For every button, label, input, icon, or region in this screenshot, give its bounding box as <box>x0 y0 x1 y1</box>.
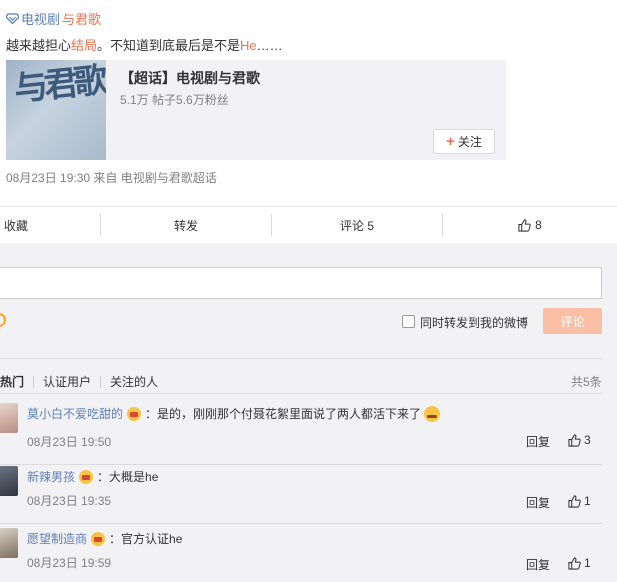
repost-label: 转发 <box>173 218 198 233</box>
comment-username[interactable]: 愿望制造商 <box>27 530 87 547</box>
topic-prefix: 电视剧 <box>21 12 61 27</box>
reply-button[interactable]: 回复 <box>526 433 550 450</box>
comment-button[interactable]: 评论 5 <box>272 217 442 234</box>
vip-crown-icon <box>91 531 106 546</box>
post-meta: 08月23日 19:30 来自 电视剧与君歌超话 <box>6 171 217 185</box>
avatar[interactable] <box>0 528 18 558</box>
avatar[interactable] <box>0 466 18 496</box>
repost-checkbox[interactable] <box>402 315 415 328</box>
follow-button[interactable]: + 关注 <box>433 129 495 154</box>
avatar[interactable] <box>0 403 18 433</box>
comment-input[interactable] <box>0 267 602 299</box>
thumbs-up-icon <box>518 218 531 232</box>
comment-time: 08月23日 19:50 <box>27 435 112 449</box>
favorite-button[interactable]: 收藏 <box>0 217 100 234</box>
thumbs-up-icon <box>568 433 581 447</box>
favorite-label: 收藏 <box>4 218 29 233</box>
post-text: 越来越担心结局。不知道到底最后是不是He…… <box>6 35 283 54</box>
post-text-part: …… <box>256 38 283 53</box>
comment-like-button[interactable]: 3 <box>568 433 591 447</box>
follow-label: 关注 <box>457 135 482 149</box>
repost-button[interactable]: 转发 <box>101 217 271 234</box>
vip-crown-icon <box>127 406 142 421</box>
comment-text: ：是的，刚刚那个付聂花絮里面说了两人都活下来了 <box>145 407 422 421</box>
plus-icon: + <box>446 133 455 150</box>
reply-button[interactable]: 回复 <box>526 556 550 573</box>
card-stats: 5.1万 帖子5.6万粉丝 <box>120 93 229 107</box>
comment-time: 08月23日 19:35 <box>27 494 112 508</box>
super-topic-card[interactable]: 与君歌 【超话】电视剧与君歌 5.1万 帖子5.6万粉丝 + 关注 <box>6 60 506 160</box>
comment-label: 评论 5 <box>339 218 374 233</box>
divider <box>0 393 602 394</box>
comment-like-button[interactable]: 1 <box>568 556 591 570</box>
like-count: 8 <box>535 218 542 232</box>
comment-like-count: 1 <box>584 556 591 570</box>
card-title[interactable]: 【超话】电视剧与君歌 <box>120 68 260 88</box>
post-text-part: 越来越担心 <box>6 38 72 53</box>
comment-like-count: 3 <box>584 433 591 447</box>
reply-button[interactable]: 回复 <box>526 494 550 511</box>
vip-crown-icon <box>79 469 94 484</box>
comment-like-count: 1 <box>584 494 591 508</box>
post-link-he[interactable]: He <box>240 38 257 53</box>
comment-item: 莫小白不爱吃甜的 ：是的，刚刚那个付聂花絮里面说了两人都活下来了 08月23日 … <box>0 403 602 465</box>
thumbs-up-icon <box>568 556 581 570</box>
comment-like-button[interactable]: 1 <box>568 494 591 508</box>
comment-username[interactable]: 新辣男孩 <box>27 468 75 485</box>
thumbs-up-icon <box>568 494 581 508</box>
cover-calligraphy: 与君歌 <box>12 60 106 110</box>
comment-username[interactable]: 莫小白不爱吃甜的 <box>27 405 123 422</box>
comment-text: ：官方认证he <box>109 532 183 546</box>
like-button[interactable]: 8 <box>443 218 617 232</box>
topic-cover-image: 与君歌 <box>6 60 106 160</box>
post-link-ending[interactable]: 结局 <box>71 38 97 53</box>
comment-time: 08月23日 19:59 <box>27 556 112 570</box>
tab-hot[interactable]: 热门 <box>0 373 33 390</box>
post-text-part: 。不知道到底最后是不是 <box>97 38 241 53</box>
laughing-emoji-icon <box>424 405 441 422</box>
super-topic-icon <box>6 13 19 24</box>
tab-following[interactable]: 关注的人 <box>101 373 167 390</box>
topic-highlight: 与君歌 <box>62 12 102 27</box>
repost-checkbox-label[interactable]: 同时转发到我的微博 <box>420 314 528 331</box>
comment-item: 新辣男孩 ：大概是he 08月23日 19:35 回复 1 <box>0 457 602 524</box>
comment-text: ：大概是he <box>97 470 159 484</box>
action-bar: 收藏 转发 评论 5 8 <box>0 207 617 243</box>
tab-verified-users[interactable]: 认证用户 <box>34 373 100 390</box>
super-topic-link[interactable]: 电视剧 与君歌 <box>6 9 101 28</box>
comment-item: 愿望制造商 ：官方认证he 08月23日 19:59 回复 1 <box>0 521 602 582</box>
comment-filter-tabs: 热门 认证用户 关注的人 <box>0 373 167 390</box>
submit-comment-button[interactable]: 评论 <box>543 308 602 334</box>
divider <box>0 358 602 359</box>
comment-total: 共5条 <box>571 375 602 389</box>
